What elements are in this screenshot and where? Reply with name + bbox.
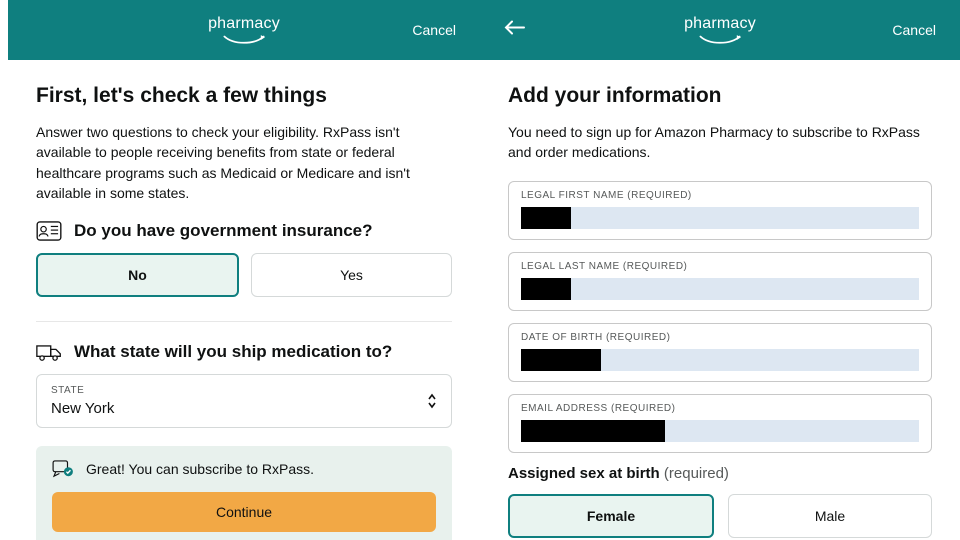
last-name-label: LEGAL LAST NAME (REQUIRED) (521, 261, 919, 272)
insurance-yes-button[interactable]: Yes (251, 253, 452, 297)
eligibility-content: First, let's check a few things Answer t… (8, 60, 480, 540)
pharmacy-logo: pharmacy (684, 15, 756, 45)
first-name-input[interactable] (521, 207, 919, 229)
page-title: First, let's check a few things (36, 84, 452, 108)
cancel-button[interactable]: Cancel (892, 22, 936, 38)
continue-button[interactable]: Continue (52, 492, 436, 532)
email-label: EMAIL ADDRESS (REQUIRED) (521, 403, 919, 414)
insurance-no-button[interactable]: No (36, 253, 239, 297)
state-question: What state will you ship medication to? (74, 342, 392, 362)
last-name-input[interactable] (521, 278, 919, 300)
last-name-field[interactable]: LEGAL LAST NAME (REQUIRED) (508, 252, 932, 311)
success-text: Great! You can subscribe to RxPass. (86, 461, 314, 477)
redacted-value (521, 349, 601, 371)
info-panel: pharmacy Cancel Add your information You… (480, 0, 960, 540)
email-field[interactable]: EMAIL ADDRESS (REQUIRED) (508, 394, 932, 453)
id-card-icon (36, 221, 62, 241)
dob-input[interactable] (521, 349, 919, 371)
cancel-button[interactable]: Cancel (412, 22, 456, 38)
page-subtitle: You need to sign up for Amazon Pharmacy … (508, 122, 932, 163)
back-button[interactable] (504, 19, 526, 42)
page-subtitle: Answer two questions to check your eligi… (36, 122, 452, 203)
divider (36, 321, 452, 322)
logo-text: pharmacy (208, 15, 280, 33)
sex-label: Assigned sex at birth (required) (508, 465, 932, 482)
header-right: pharmacy Cancel (480, 0, 960, 60)
truck-icon (36, 342, 62, 362)
smile-icon (223, 35, 265, 45)
redacted-value (521, 420, 665, 442)
logo-text: pharmacy (684, 15, 756, 33)
state-field-label: STATE (51, 385, 437, 396)
updown-icon (427, 393, 437, 409)
question-row-insurance: Do you have government insurance? (36, 221, 452, 241)
header-left: pharmacy Cancel (8, 0, 480, 60)
email-input[interactable] (521, 420, 919, 442)
insurance-options: No Yes (36, 253, 452, 297)
dob-field[interactable]: DATE OF BIRTH (REQUIRED) (508, 323, 932, 382)
page-title: Add your information (508, 84, 932, 108)
state-select[interactable]: STATE New York (36, 374, 452, 428)
smile-icon (699, 35, 741, 45)
redacted-value (521, 278, 571, 300)
insurance-question: Do you have government insurance? (74, 221, 373, 241)
first-name-field[interactable]: LEGAL FIRST NAME (REQUIRED) (508, 181, 932, 240)
eligibility-panel: pharmacy Cancel First, let's check a few… (0, 0, 480, 540)
sex-options: Female Male (508, 494, 932, 538)
state-field-value: New York (51, 400, 437, 417)
redacted-value (521, 207, 571, 229)
chat-check-icon (52, 460, 74, 478)
first-name-label: LEGAL FIRST NAME (REQUIRED) (521, 190, 919, 201)
sex-female-button[interactable]: Female (508, 494, 714, 538)
pharmacy-logo: pharmacy (208, 15, 280, 45)
sex-male-button[interactable]: Male (728, 494, 932, 538)
dob-label: DATE OF BIRTH (REQUIRED) (521, 332, 919, 343)
info-content: Add your information You need to sign up… (480, 60, 960, 540)
question-row-state: What state will you ship medication to? (36, 342, 452, 362)
success-banner: Great! You can subscribe to RxPass. Cont… (36, 446, 452, 540)
